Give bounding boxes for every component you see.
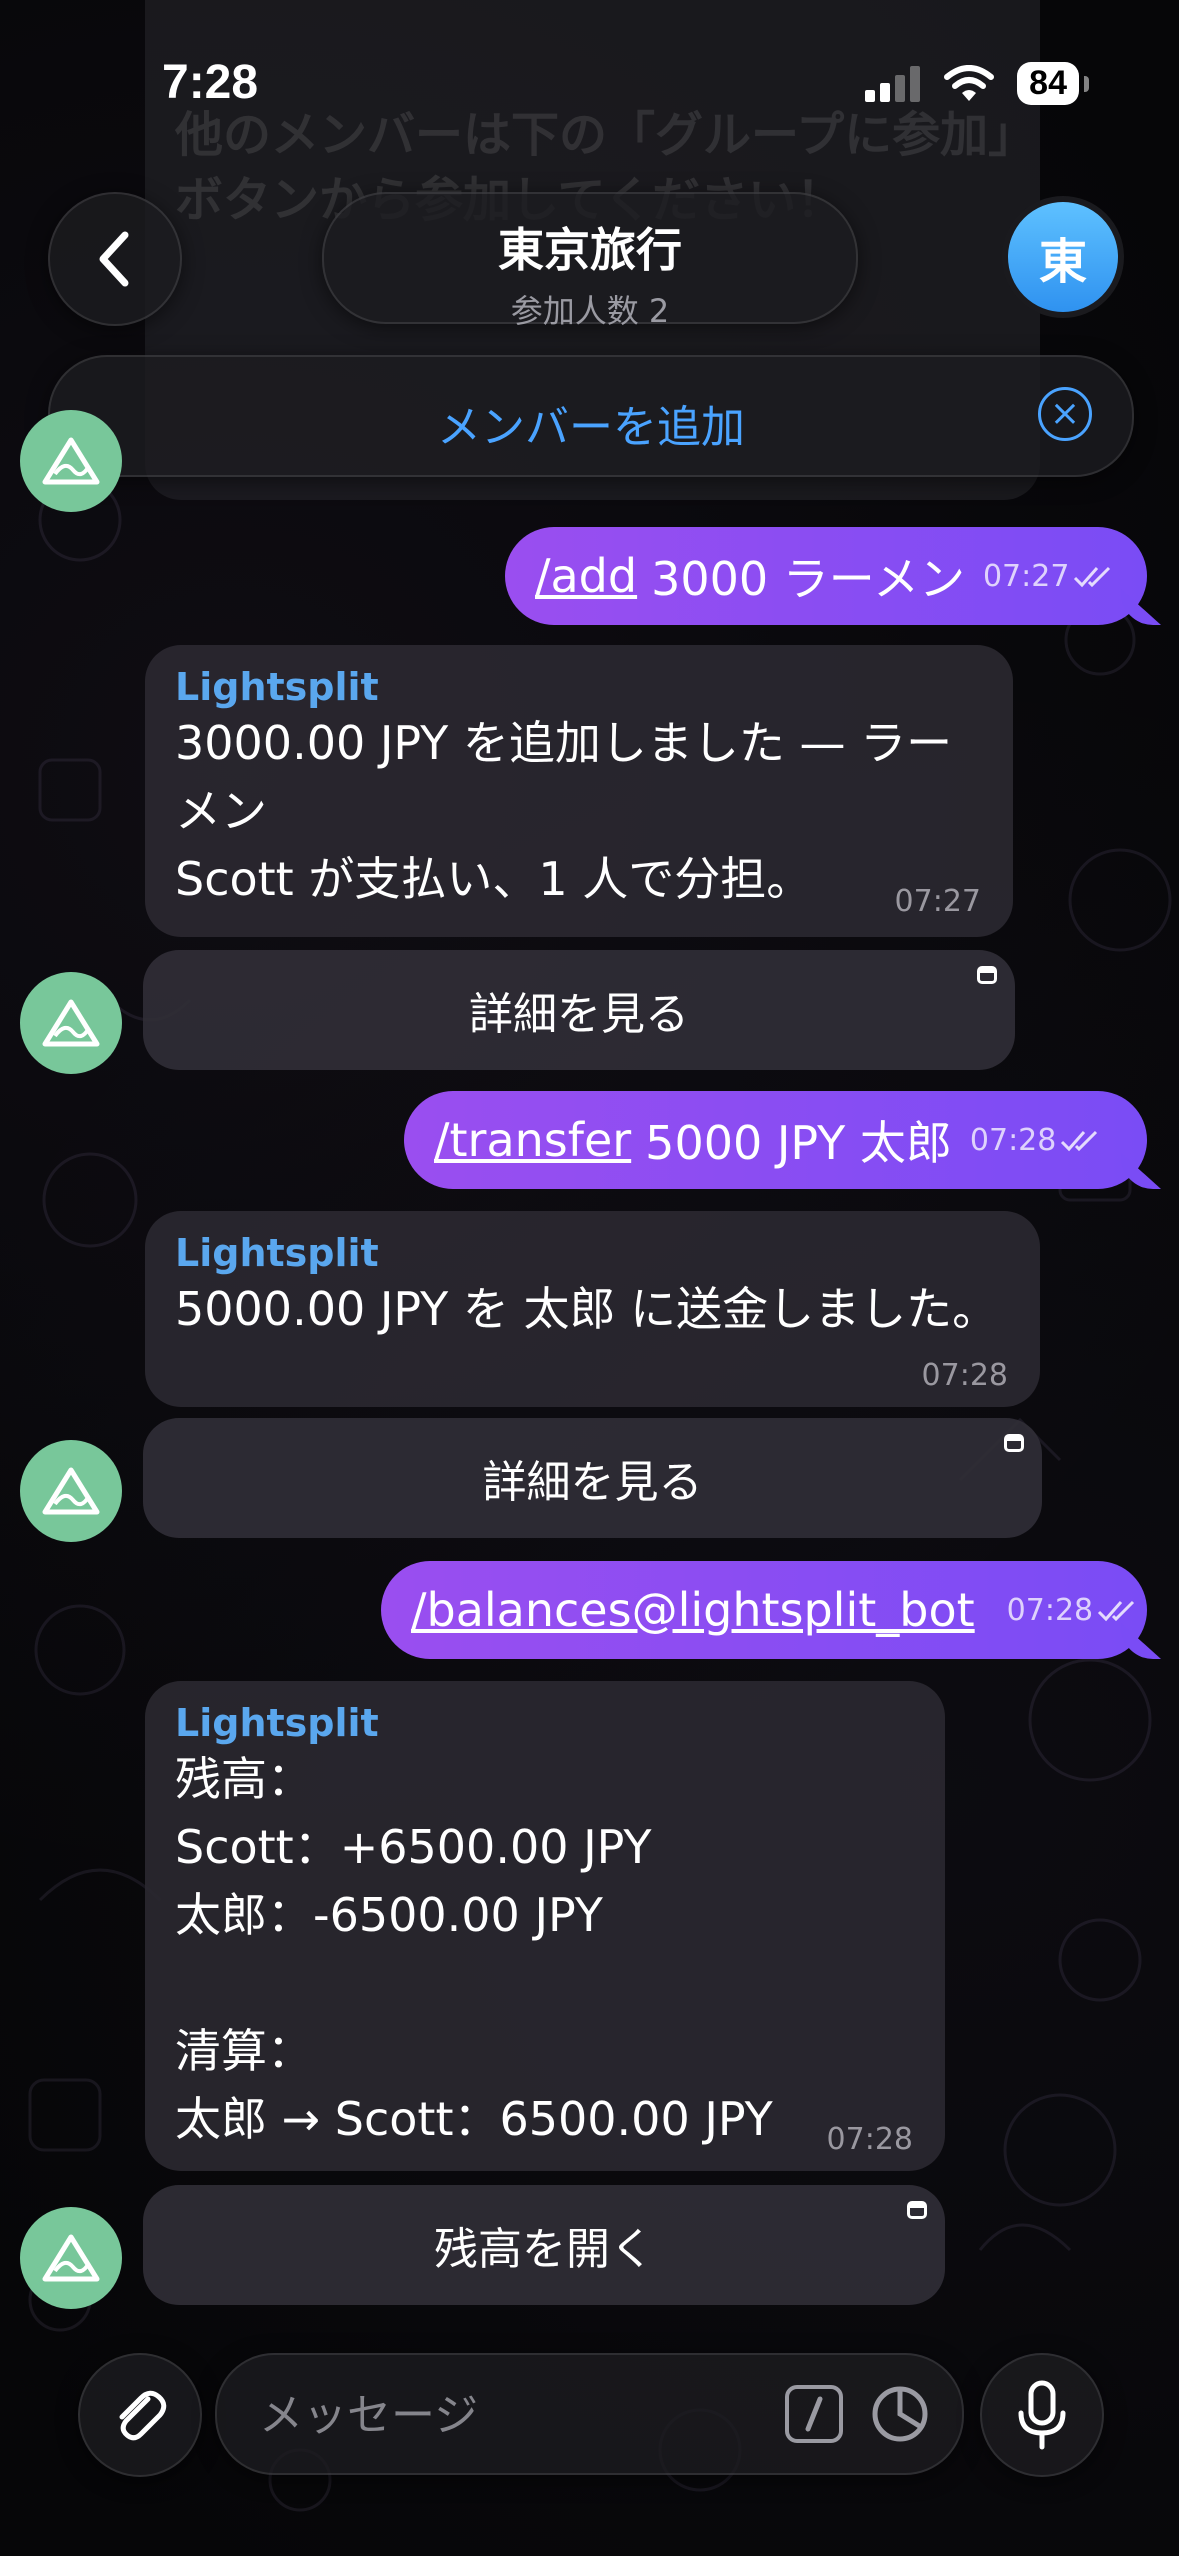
message-line: 残高： <box>175 1752 313 1806</box>
outgoing-message: /balances@lightsplit_bot 07:28 <box>381 1561 1161 1659</box>
battery-indicator: 84 <box>1017 62 1089 105</box>
message-line: 清算： <box>175 2024 313 2078</box>
message-input[interactable] <box>257 2385 721 2445</box>
bot-avatar <box>20 2207 122 2309</box>
member-count: 参加人数 2 <box>510 292 670 330</box>
group-avatar[interactable]: 東 <box>1002 196 1124 318</box>
message-line: ​ <box>175 1949 917 2017</box>
message-time: 07:28 <box>826 2122 913 2157</box>
button-label: 残高を開く <box>434 2224 654 2275</box>
button-label: 詳細を見る <box>469 989 689 1040</box>
message-line: Scott：+6500.00 JPY <box>175 1820 652 1874</box>
command-link[interactable]: /add <box>535 549 637 603</box>
lightsplit-logo-icon <box>42 437 100 485</box>
read-checkmarks-icon <box>1098 1600 1135 1622</box>
message-time: 07:27 <box>894 884 981 919</box>
back-button[interactable] <box>48 192 182 326</box>
paperclip-icon <box>119 2390 167 2441</box>
bot-message: Lightsplit 5000.00 JPY を 太郎 に送金しました。 07:… <box>145 1211 1040 1407</box>
open-window-icon <box>1004 1434 1024 1452</box>
bot-commands-icon[interactable] <box>785 2385 843 2443</box>
message-line: 3000.00 JPY を追加しました — ラー <box>175 716 953 770</box>
bubble-tail <box>1121 589 1161 625</box>
status-icons: 84 <box>865 62 1089 105</box>
chat-header[interactable]: 東京旅行 参加人数 2 <box>322 192 858 330</box>
lightsplit-logo-icon <box>42 999 100 1047</box>
add-member-label: メンバーを追加 <box>437 402 745 453</box>
bot-avatar <box>20 972 122 1074</box>
chat-title: 東京旅行 <box>498 223 682 277</box>
message-text: 3000 ラーメン <box>651 552 965 606</box>
message-line: 太郎：-6500.00 JPY <box>175 1888 603 1942</box>
voice-message-button[interactable] <box>980 2353 1104 2477</box>
wifi-icon <box>944 64 995 101</box>
status-time: 7:28 <box>162 56 259 109</box>
close-icon[interactable]: × <box>1038 387 1092 441</box>
lightsplit-logo-icon <box>42 1467 100 1515</box>
sticker-icon[interactable] <box>869 2383 931 2445</box>
message-text: 5000 JPY 太郎 <box>645 1116 952 1170</box>
bubble-tail <box>1121 1623 1161 1659</box>
message-time: 07:28 <box>970 1123 1104 1158</box>
message-time: 07:27 <box>983 559 1117 594</box>
message-composer <box>215 2353 964 2475</box>
command-link[interactable]: /transfer <box>434 1113 631 1167</box>
microphone-icon <box>1018 2380 1066 2450</box>
sender-name: Lightsplit <box>175 1231 379 1275</box>
message-line: 5000.00 JPY を 太郎 に送金しました。 <box>175 1282 999 1336</box>
outgoing-message: /transfer 5000 JPY 太郎 07:28 <box>404 1091 1161 1189</box>
open-balances-button[interactable]: 残高を開く <box>143 2185 945 2305</box>
command-link[interactable]: /balances@lightsplit_bot <box>411 1583 975 1637</box>
attach-button[interactable] <box>78 2353 202 2477</box>
read-checkmarks-icon <box>1061 1130 1098 1152</box>
view-details-button[interactable]: 詳細を見る <box>143 1418 1042 1538</box>
bot-message: Lightsplit 残高： Scott：+6500.00 JPY 太郎：-65… <box>145 1681 945 2171</box>
bot-avatar <box>20 1440 122 1542</box>
read-checkmarks-icon <box>1074 566 1111 588</box>
open-window-icon <box>977 966 997 984</box>
message-line: 太郎 → Scott：6500.00 JPY <box>175 2092 773 2146</box>
chevron-left-icon <box>99 231 129 287</box>
view-details-button[interactable]: 詳細を見る <box>143 950 1015 1070</box>
add-member-banner[interactable]: メンバーを追加 × <box>48 355 1134 477</box>
message-time: 07:28 <box>921 1358 1008 1393</box>
previous-message-line: 他のメンバーは下の「グループに参加」 <box>175 107 1037 163</box>
sender-name: Lightsplit <box>175 665 379 709</box>
button-label: 詳細を見る <box>482 1457 703 1508</box>
open-window-icon <box>907 2201 927 2219</box>
sender-name: Lightsplit <box>175 1701 379 1745</box>
message-time: 07:28 <box>1007 1593 1141 1628</box>
outgoing-message: /add 3000 ラーメン 07:27 <box>505 527 1161 625</box>
lightsplit-logo-icon <box>42 2234 100 2282</box>
cellular-signal-icon <box>865 65 921 102</box>
message-line: メン <box>175 784 267 838</box>
bot-avatar <box>20 410 122 512</box>
bubble-tail <box>1121 1153 1161 1189</box>
message-line: Scott が支払い、1 人で分担。 <box>175 852 813 906</box>
bot-message: Lightsplit 3000.00 JPY を追加しました — ラー メン S… <box>145 645 1013 937</box>
